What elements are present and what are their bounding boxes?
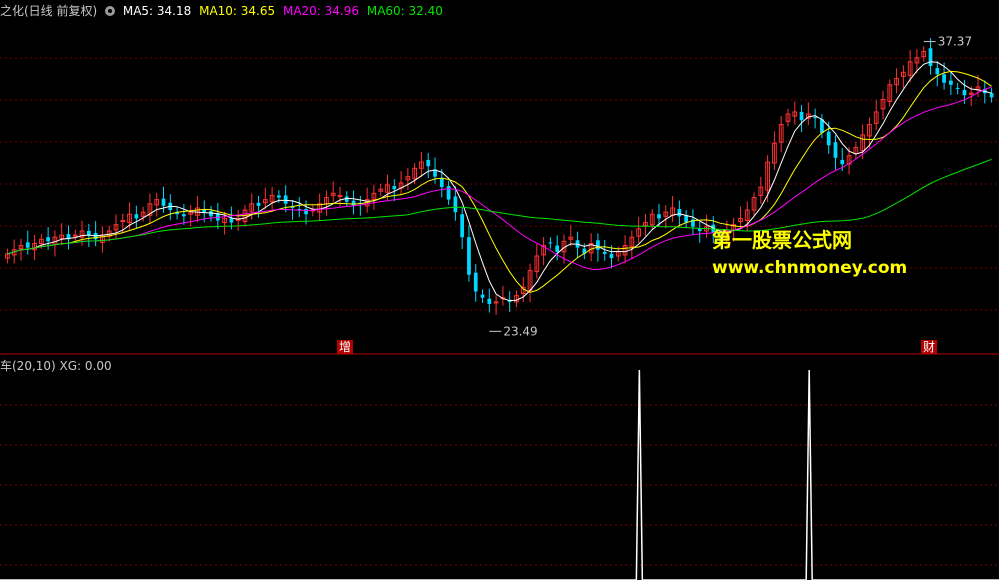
candle-body-26 [182,214,186,217]
xg-line [0,369,999,580]
candle-body-80 [548,242,553,244]
candle-body-51 [351,200,356,206]
candle-body-65 [446,186,451,200]
price-labels: 37.37 23.49 [489,35,972,338]
ma10-readout: MA10: 34.65 [199,4,276,18]
candle-body-81 [555,245,560,252]
high-price-label: 37.37 [938,35,972,49]
candle-body-141 [962,90,967,96]
xg-indicator-series [0,369,999,580]
ma20-readout: MA20: 34.96 [282,4,360,18]
event-marker-left: 增 [337,340,354,354]
candle-body-121 [826,131,831,146]
low-price-label: 23.49 [503,324,537,338]
candle-body-139 [949,80,953,85]
indicator-title: 车(20,10) XG: 0.00 [0,359,112,373]
candle-body-70 [480,294,485,298]
chart-title: 之化(日线 前复权) [0,4,98,18]
candle-body-88 [602,251,607,254]
candle-body-117 [799,111,804,121]
candle-body-140 [955,87,960,89]
candle-body-30 [209,211,213,217]
chart-canvas: 37.37 23.49 [0,35,999,580]
candle-body-138 [942,74,946,83]
candle-body-33 [229,218,234,223]
price-panel-header: 之化(日线 前复权) MA5: 34.18 MA10: 34.65 MA20: … [0,2,447,19]
candle-body-41 [283,195,288,204]
candle-body-71 [487,298,492,304]
grid-lines [0,57,999,566]
candle-body-62 [426,159,431,167]
candle-body-122 [833,142,838,158]
watermark-url: www.chnmoney.com [712,258,908,278]
candle-body-145 [989,93,994,98]
candle-body-68 [467,237,471,275]
ma5-readout: MA5: 34.18 [122,4,192,18]
candle-body-12 [86,230,91,236]
candle-body-102 [697,228,702,231]
candle-body-67 [460,214,465,238]
indicator-panel-header: 车(20,10) XG: 0.00 [0,357,116,374]
candle-body-19 [134,214,139,219]
ma60-readout: MA60: 32.40 [366,4,443,18]
event-marker-right: 财 [921,340,938,354]
candle-body-57 [392,186,397,190]
candle-body-137 [935,68,940,75]
candle-body-136 [928,48,933,67]
candle-body-40 [277,195,281,198]
candle-body-3 [25,242,30,248]
candle-body-64 [439,177,444,188]
candle-body-87 [596,240,600,250]
candle-body-119 [813,117,817,119]
watermark-title: 第一股票公式网 [712,228,852,252]
candle-body-37 [256,202,261,206]
candle-body-69 [473,272,478,292]
candle-body-44 [304,209,308,215]
candle-body-89 [609,253,614,259]
settings-icon[interactable] [105,6,116,16]
candle-body-100 [684,215,689,223]
candle-body-99 [677,209,682,217]
candle-body-123 [840,159,845,165]
candle-body-23 [161,198,166,206]
candle-body-66 [453,196,458,213]
candle-body-6 [46,237,50,242]
candle-body-96 [657,214,661,219]
